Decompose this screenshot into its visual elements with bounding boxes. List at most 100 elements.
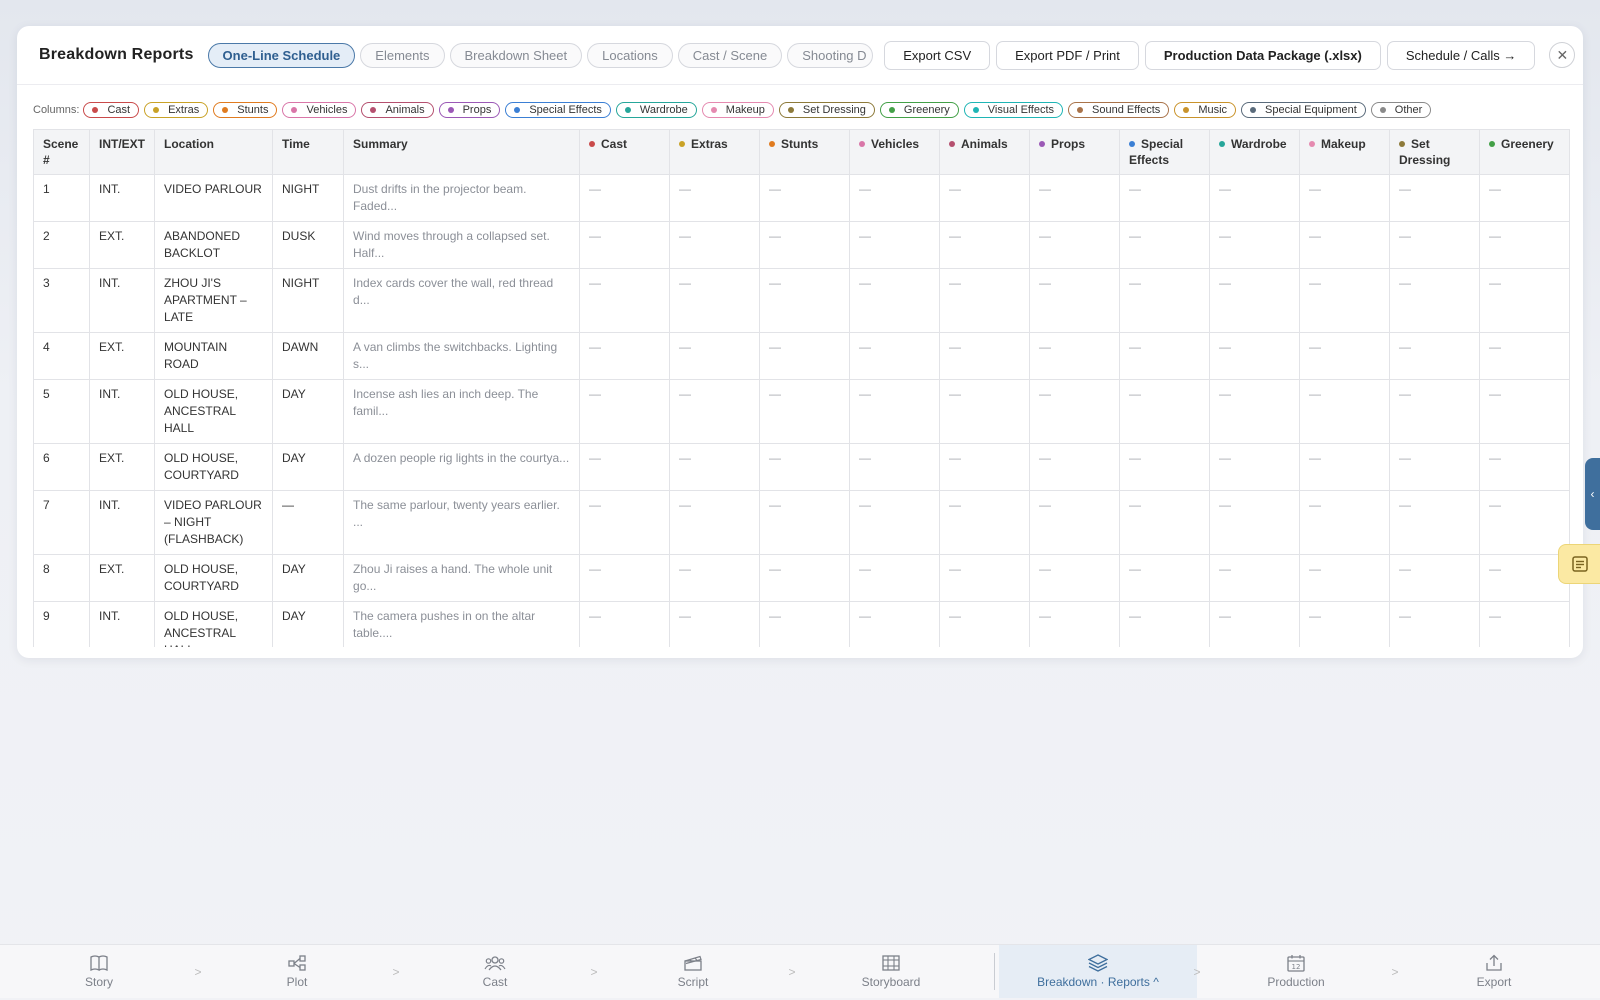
column-chip-cast[interactable]: Cast xyxy=(83,102,140,118)
table-row[interactable]: 9INT.OLD HOUSE, ANCESTRAL HALLDAYThe cam… xyxy=(33,601,1571,647)
makeup-cell: — xyxy=(1299,443,1391,491)
tab-breakdown-sheet[interactable]: Breakdown Sheet xyxy=(449,42,583,68)
special-effects-cell: — xyxy=(1119,221,1211,269)
wardrobe-dot-icon xyxy=(1219,141,1226,147)
schedule-calls-button[interactable]: Schedule / Calls → xyxy=(1386,40,1536,70)
table-row[interactable]: 7 INT. VIDEO PARLOUR – NIGHT (FLASHBACK) — T… xyxy=(33,490,1571,555)
nav-cast[interactable]: Cast xyxy=(396,945,594,998)
set-dressing-cell: — xyxy=(1389,601,1481,647)
vehicles-cell: — xyxy=(849,174,941,222)
tab-cast-scene[interactable]: Cast / Scene xyxy=(677,42,783,68)
extras-cell: — xyxy=(669,490,761,555)
cast-cell: — xyxy=(579,490,671,555)
tab-elements[interactable]: Elements xyxy=(360,42,445,68)
table-row[interactable]: 2 EXT. ABANDONED BACKLOT DUSK Wind moves thr… xyxy=(33,221,1571,269)
table-row[interactable]: 4 EXT. MOUNTAIN ROAD DAWN A van climbs the s… xyxy=(33,332,1571,380)
column-chip-animals[interactable]: Animals xyxy=(361,102,434,118)
table-row[interactable]: 1 INT. VIDEO PARLOUR NIGHT Dust drifts in th… xyxy=(33,174,1571,222)
time-cell: DAWN xyxy=(272,332,345,380)
intext-cell: EXT. xyxy=(88,443,156,491)
column-chip-other[interactable]: Other xyxy=(1370,102,1432,118)
column-chip-wardrobe[interactable]: Wardrobe xyxy=(615,102,697,118)
time-cell: DAY xyxy=(272,554,345,602)
chip-label: Stunts xyxy=(237,104,269,116)
scene-cell: 9 xyxy=(33,601,90,647)
col-header-stunts: Stunts xyxy=(759,129,851,175)
export-csv-button[interactable]: Export CSV xyxy=(884,40,991,70)
stunts-cell: — xyxy=(759,443,851,491)
column-chip-makeup[interactable]: Makeup xyxy=(701,102,774,118)
intext-cell: EXT. xyxy=(88,332,156,380)
location-cell: VIDEO PARLOUR xyxy=(154,174,274,222)
chip-label: Set Dressing xyxy=(802,104,866,116)
greenery-cell: — xyxy=(1479,490,1571,555)
column-chip-props[interactable]: Props xyxy=(438,102,501,118)
cast-cell: — xyxy=(579,443,671,491)
greenery-cell: — xyxy=(1479,443,1571,491)
nav-script[interactable]: Script xyxy=(594,945,792,998)
tab-shooting-days[interactable]: Shooting D xyxy=(787,42,874,68)
stunts-cell: — xyxy=(759,332,851,380)
location-cell: OLD HOUSE, ANCESTRAL HALL xyxy=(154,379,274,444)
stunts-cell: — xyxy=(759,221,851,269)
col-header-props: Props xyxy=(1029,129,1121,175)
chip-dot-icon xyxy=(447,107,454,113)
tab-one-line-schedule[interactable]: One-Line Schedule xyxy=(207,42,356,68)
nav-plot[interactable]: Plot xyxy=(198,945,396,998)
chip-dot-icon xyxy=(787,107,794,113)
nav-storyboard[interactable]: Storyboard xyxy=(792,945,990,998)
wardrobe-cell: — xyxy=(1209,268,1301,333)
vehicles-cell: — xyxy=(849,332,941,380)
column-chip-set-dressing[interactable]: Set Dressing xyxy=(778,102,875,118)
greenery-cell: — xyxy=(1479,332,1571,380)
export-pdf-button[interactable]: Export PDF / Print xyxy=(996,40,1139,70)
special-effects-cell: — xyxy=(1119,443,1211,491)
production-data-package-button[interactable]: Production Data Package (.xlsx) xyxy=(1144,40,1381,70)
stunts-cell: — xyxy=(759,554,851,602)
table-row[interactable]: 3 INT. ZHOU JI'S APARTMENT – LATE NIGHT Inde… xyxy=(33,268,1571,333)
chip-label: Extras xyxy=(168,104,200,116)
location-cell: OLD HOUSE, ANCESTRAL HALL xyxy=(154,601,274,647)
wardrobe-cell: — xyxy=(1209,554,1301,602)
col-header-cast: Cast xyxy=(579,129,671,175)
close-icon[interactable]: ✕ xyxy=(1549,42,1576,68)
column-chip-sound-effects[interactable]: Sound Effects xyxy=(1068,102,1170,118)
scene-cell: 7 xyxy=(33,490,90,555)
nav-breakdown-reports[interactable]: Breakdown · Reports ^ xyxy=(999,945,1197,998)
greenery-cell: — xyxy=(1479,268,1571,333)
breakdown-reports-panel: Breakdown Reports One-Line Schedule Elem… xyxy=(17,26,1583,658)
column-chip-vehicles[interactable]: Vehicles xyxy=(282,102,357,118)
chip-label: Cast xyxy=(107,104,131,116)
wardrobe-cell: — xyxy=(1209,221,1301,269)
clapper-icon xyxy=(684,955,702,971)
nav-story[interactable]: Story xyxy=(0,945,198,998)
column-chip-music[interactable]: Music xyxy=(1174,102,1237,118)
tab-locations[interactable]: Locations xyxy=(587,42,673,68)
chip-dot-icon xyxy=(92,107,99,113)
location-cell: MOUNTAIN ROAD xyxy=(154,332,274,380)
side-panel-toggle-icon[interactable]: ‹ xyxy=(1585,458,1600,530)
column-chip-stunts[interactable]: Stunts xyxy=(213,102,278,118)
table-row[interactable]: 5 INT. OLD HOUSE, ANCESTRAL HALL DAY Incense… xyxy=(33,379,1571,444)
animals-cell: — xyxy=(939,268,1031,333)
column-chip-special-effects[interactable]: Special Effects xyxy=(505,102,611,118)
wardrobe-cell: — xyxy=(1209,174,1301,222)
col-header-animals: Animals xyxy=(939,129,1031,175)
table-row[interactable]: 6 EXT. OLD HOUSE, COURTYARD DAY A dozen peop… xyxy=(33,443,1571,491)
column-chip-greenery[interactable]: Greenery xyxy=(879,102,959,118)
animals-cell: — xyxy=(939,443,1031,491)
stunts-cell: — xyxy=(759,379,851,444)
column-chip-visual-effects[interactable]: Visual Effects xyxy=(963,102,1064,118)
nav-export[interactable]: Export xyxy=(1395,945,1593,998)
nav-production[interactable]: 12 Production xyxy=(1197,945,1395,998)
vehicles-cell: — xyxy=(849,490,941,555)
scene-cell: 1 xyxy=(33,174,90,222)
breakdown-table-scroll[interactable]: Scene # INT/EXT Location Time Summary Ca… xyxy=(33,129,1583,647)
table-row[interactable]: 8 EXT. OLD HOUSE, COURTYARD DAY Zhou Ji rais… xyxy=(33,554,1571,602)
column-chip-special-equipment[interactable]: Special Equipment xyxy=(1241,102,1366,118)
notes-icon[interactable] xyxy=(1558,544,1600,584)
location-cell: ZHOU JI'S APARTMENT – LATE xyxy=(154,268,274,333)
special-effects-cell: — xyxy=(1119,268,1211,333)
column-chip-extras[interactable]: Extras xyxy=(144,102,209,118)
col-header-extras: Extras xyxy=(669,129,761,175)
